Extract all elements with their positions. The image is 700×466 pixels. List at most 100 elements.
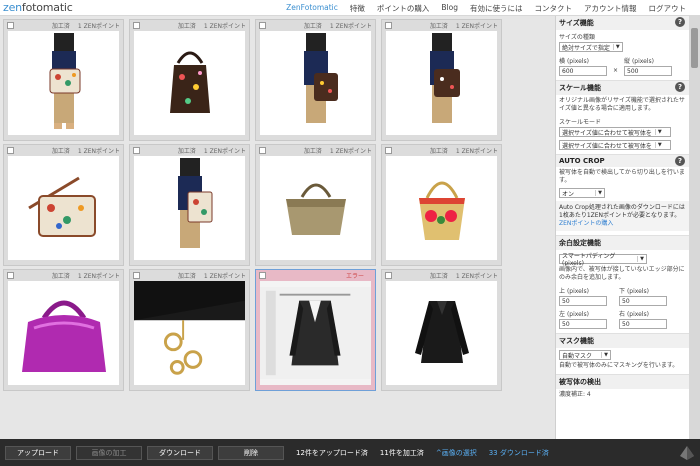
autocrop-section-title: AUTO CROP: [556, 155, 689, 167]
card-meta: 加工済 1 ZENポイント: [256, 20, 375, 30]
scrollbar-thumb[interactable]: [691, 28, 698, 68]
product-image-person-bag-back: [386, 31, 497, 135]
margin-right-input[interactable]: 50: [619, 319, 667, 329]
scale-mode-select-1[interactable]: 選択サイズ値に合わせて被写体を ▼: [559, 127, 671, 137]
margin-bottom-unit: (pixels): [626, 288, 649, 295]
mask-description: 自動で被写体のみにマスキングを行います。: [559, 362, 679, 369]
nav-item-account[interactable]: アカウント情報: [578, 3, 643, 14]
card-status: 加工済: [429, 22, 448, 30]
height-label-text: 縦: [624, 58, 631, 65]
nav-item-features[interactable]: 特徴: [344, 3, 371, 14]
product-image-purple-leather-bag: [8, 281, 119, 385]
scale-mode-select-2[interactable]: 選択サイズ値に合わせて被写体を ▼: [559, 140, 671, 150]
image-card[interactable]: 加工済 1 ZENポイント: [3, 19, 124, 141]
image-card[interactable]: 加工済 1 ZENポイント: [381, 19, 502, 141]
margin-select[interactable]: スマートパディング (pixels) ▼: [559, 253, 647, 267]
nav-item-blog[interactable]: Blog: [435, 3, 464, 14]
card-checkbox[interactable]: [133, 146, 140, 154]
scale-mode-value-1: 選択サイズ値に合わせて被写体を: [562, 129, 652, 137]
image-card[interactable]: 加工済 1 ZENポイント: [381, 269, 502, 391]
product-image-dark-floral-tote: [134, 31, 245, 135]
width-input[interactable]: 600: [559, 66, 607, 76]
card-points: 1 ZENポイント: [77, 22, 120, 30]
card-checkbox[interactable]: [385, 21, 392, 29]
help-icon[interactable]: ?: [675, 156, 685, 166]
mask-select[interactable]: 自動マスク ▼: [559, 350, 611, 360]
size-inputs-row: 横 (pixels) 600 × 縦 (pixels) 500: [559, 55, 686, 76]
card-checkbox[interactable]: [7, 271, 14, 279]
margin-left-input[interactable]: 50: [559, 319, 607, 329]
process-button[interactable]: 画像の加工: [76, 445, 142, 460]
chevron-down-icon: ▼: [654, 142, 662, 148]
panel-scrollbar[interactable]: [689, 16, 700, 439]
image-card[interactable]: 加工済 1 ZENポイント: [3, 269, 124, 391]
scale-section-title: スケール機能: [556, 81, 689, 95]
margin-right-unit: (pixels): [626, 311, 649, 318]
download-button[interactable]: ダウンロード: [147, 445, 213, 460]
downloaded-count[interactable]: 33 ダウンロード済: [489, 448, 549, 458]
image-card[interactable]: 加工済 1 ZENポイント: [3, 144, 124, 266]
card-checkbox[interactable]: [259, 21, 266, 29]
card-status: 加工済: [177, 147, 196, 155]
card-checkbox[interactable]: [7, 146, 14, 154]
card-checkbox[interactable]: [259, 271, 266, 279]
card-checkbox[interactable]: [385, 271, 392, 279]
nav-item-buy-points[interactable]: ポイントの購入: [371, 3, 436, 14]
size-type-select[interactable]: 絶対サイズで指定 ▼: [559, 42, 623, 52]
autocrop-select[interactable]: オン ▼: [559, 188, 605, 198]
image-card[interactable]: 加工済 1 ZENポイント: [129, 144, 250, 266]
delete-button[interactable]: 削除: [218, 445, 284, 460]
product-image-person-brown-bag: [260, 31, 371, 135]
card-points: 1 ZENポイント: [203, 22, 246, 30]
image-card[interactable]: 加工済 1 ZENポイント: [129, 19, 250, 141]
app-logo[interactable]: zenfotomatic: [3, 1, 73, 14]
card-status: 加工済: [51, 147, 70, 155]
nav-item-how-to-use[interactable]: 有効に使うには: [464, 3, 529, 14]
image-card[interactable]: 加工済 1 ZENポイント: [255, 19, 376, 141]
scale-description: オリジナル画像がリサイズ機能で選択されたサイズ値と異なる場合に適用します。: [559, 97, 685, 112]
help-icon[interactable]: ?: [675, 17, 685, 27]
card-meta: 加工済 1 ZENポイント: [382, 145, 501, 155]
card-status: 加工済: [429, 147, 448, 155]
margin-left-right-row: 左 (pixels) 50 右 (pixels) 50: [559, 308, 686, 329]
buy-points-link[interactable]: ZENポイントの購入: [559, 220, 613, 227]
product-image-straw-basket-bag: [386, 156, 497, 260]
card-meta: 加工済 1 ZENポイント: [382, 20, 501, 30]
select-images-link[interactable]: ^画像の選択: [436, 448, 477, 458]
size-section: サイズ機能 ? サイズの種類 絶対サイズで指定 ▼ 横 (pixels) 600 …: [556, 16, 689, 81]
nav-item-zenfotomatic[interactable]: ZenFotomatic: [280, 3, 344, 14]
bottom-toolbar: アップロード 画像の加工 ダウンロード 削除 12件をアップロード済 11件を加…: [0, 439, 700, 466]
card-meta: 加工済 1 ZENポイント: [4, 20, 123, 30]
card-points: 1 ZENポイント: [77, 147, 120, 155]
margin-top-input[interactable]: 50: [559, 296, 607, 306]
height-input[interactable]: 500: [624, 66, 673, 76]
logo-suffix: fotomatic: [21, 1, 73, 14]
image-card[interactable]: 加工済 1 ZENポイント: [381, 144, 502, 266]
card-status: 加工済: [303, 147, 322, 155]
card-checkbox[interactable]: [7, 21, 14, 29]
nav-item-logout[interactable]: ログアウト: [643, 3, 693, 14]
image-card[interactable]: 加工済 1 ZENポイント: [129, 269, 250, 391]
image-card-selected[interactable]: エラー: [255, 269, 376, 391]
card-checkbox[interactable]: [133, 21, 140, 29]
card-checkbox[interactable]: [133, 271, 140, 279]
card-checkbox[interactable]: [259, 146, 266, 154]
nav-item-contact[interactable]: コンタクト: [529, 3, 579, 14]
image-card[interactable]: 加工済 1 ZENポイント: [255, 144, 376, 266]
upload-button[interactable]: アップロード: [5, 445, 71, 460]
autocrop-info-text: Auto Crop処理された画像のダウンロードには1枚あたり1ZENポイントが必…: [559, 204, 685, 219]
height-label: 縦 (pixels): [624, 56, 672, 65]
card-meta: 加工済 1 ZENポイント: [382, 270, 501, 280]
margin-left-col: 左 (pixels) 50: [559, 308, 607, 329]
margin-bottom-input[interactable]: 50: [619, 296, 667, 306]
card-checkbox[interactable]: [385, 146, 392, 154]
product-image-bag-gold-charm: [134, 281, 245, 385]
help-icon[interactable]: ?: [675, 82, 685, 92]
card-meta: 加工済 1 ZENポイント: [4, 270, 123, 280]
scale-mode-value-2: 選択サイズ値に合わせて被写体を: [562, 142, 652, 150]
product-image-black-suit-jacket: [260, 281, 371, 385]
product-image-person-floral-tote: [134, 156, 245, 260]
height-col: 縦 (pixels) 500: [624, 55, 673, 76]
chevron-down-icon: ▼: [654, 129, 662, 135]
card-points: 1 ZENポイント: [455, 22, 498, 30]
